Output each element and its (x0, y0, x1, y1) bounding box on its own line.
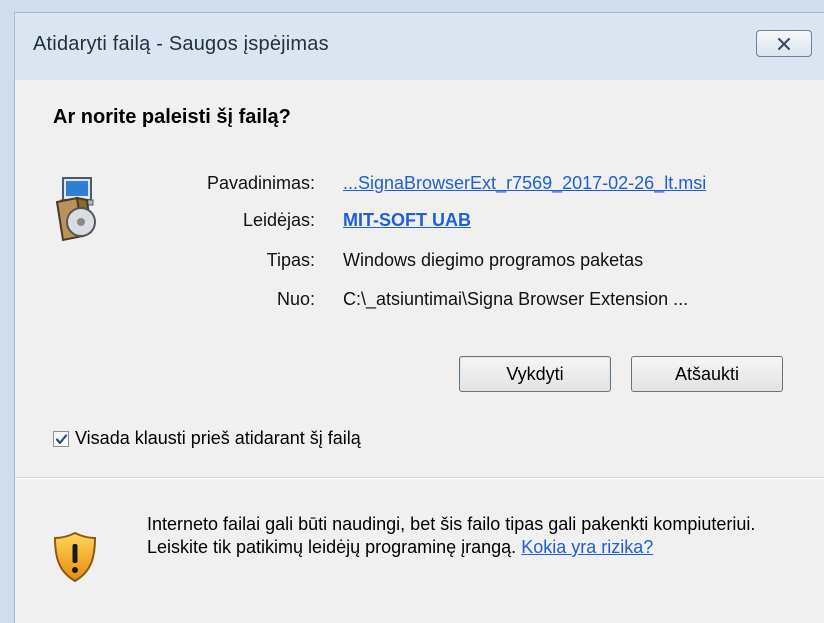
dialog-question: Ar norite paleisti šį failą? (53, 106, 291, 128)
type-label: Tipas: (266, 250, 315, 270)
name-label: Pavadinimas: (206, 173, 315, 193)
close-icon (777, 37, 791, 50)
cancel-button[interactable]: Atšaukti (631, 356, 783, 392)
risk-info-link[interactable]: Kokia yra rizika? (521, 537, 653, 557)
publisher-link[interactable]: MIT-SOFT UAB (343, 210, 471, 231)
file-name-link[interactable]: ...SignaBrowserExt_r7569_2017-02-26_lt.m… (343, 173, 706, 194)
window-title: Atidaryti failą - Saugos įspėjimas (33, 33, 329, 55)
title-bar: Atidaryti failą - Saugos įspėjimas (14, 12, 824, 81)
publisher-label: Leidėjas: (242, 210, 315, 230)
close-button[interactable] (756, 30, 812, 57)
check-icon (55, 433, 68, 444)
type-value: Windows diegimo programos paketas (343, 250, 644, 270)
warning-message: Interneto failai gali būti naudingi, bet… (147, 514, 756, 557)
always-ask-label: Visada klausti prieš atidarant šį failą (75, 428, 361, 448)
warning-shield-icon (53, 531, 97, 583)
always-ask-option[interactable]: Visada klausti prieš atidarant šį failą (53, 428, 361, 449)
dialog-body: Ar norite paleisti šį failą? Pavadinimas… (14, 80, 824, 623)
run-button[interactable]: Vykdyti (459, 356, 611, 392)
warning-footer: Interneto failai gali būti naudingi, bet… (15, 479, 824, 623)
from-value: C:\_atsiuntimai\Signa Browser Extension … (343, 289, 689, 309)
security-warning-dialog: Atidaryti failą - Saugos įspėjimas Ar no… (0, 0, 824, 623)
always-ask-checkbox[interactable] (53, 430, 69, 447)
warning-text-block: Interneto failai gali būti naudingi, bet… (147, 513, 797, 559)
from-label: Nuo: (276, 289, 315, 309)
